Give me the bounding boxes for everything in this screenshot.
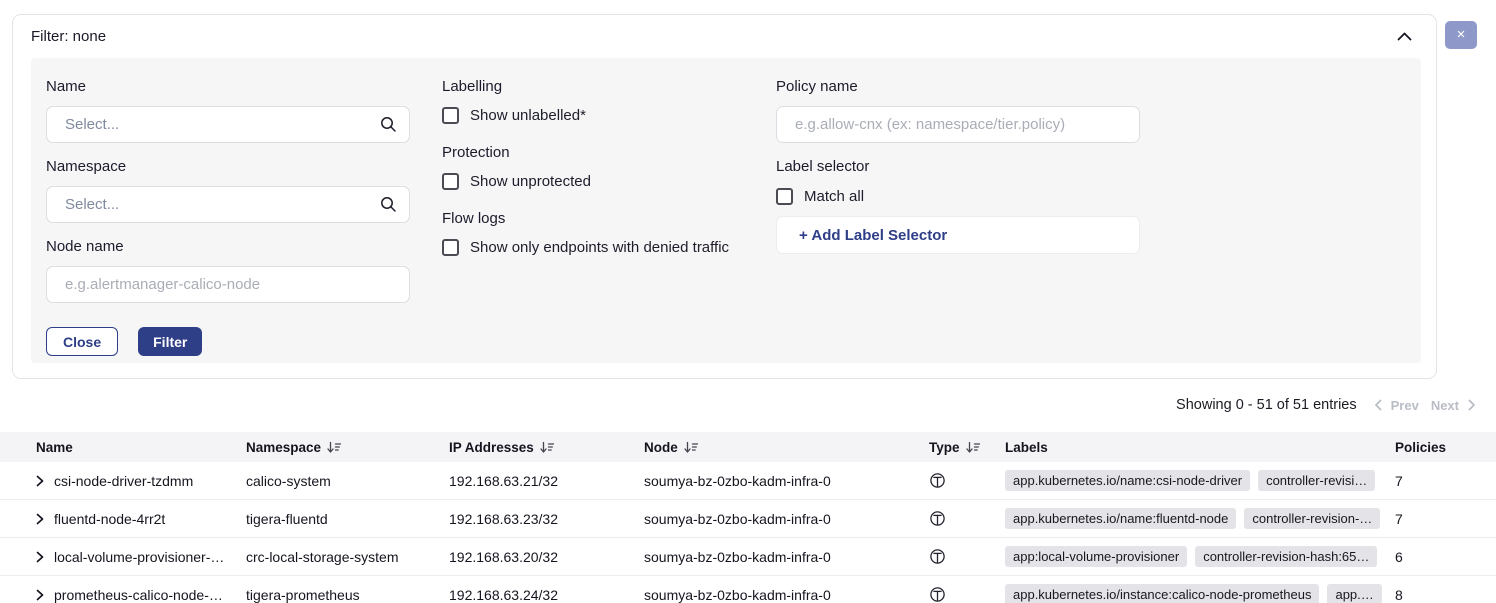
endpoint-name[interactable]: fluentd-node-4rr2t — [54, 511, 173, 527]
sort-icon[interactable] — [540, 441, 554, 454]
pod-icon — [929, 548, 1005, 565]
match-all-checkbox[interactable] — [776, 188, 793, 205]
policy-name-input[interactable] — [776, 106, 1140, 143]
filter-column-1: Name Namespace Node name — [46, 78, 410, 363]
column-header-labels: Labels — [1005, 440, 1395, 455]
label-chip[interactable]: app.kubernetes.io/instance:calico-node-p… — [1005, 584, 1319, 603]
namespace-field-label: Namespace — [46, 158, 410, 175]
label-chip[interactable]: controller-revision-hash:65… — [1195, 546, 1377, 567]
filter-column-2: Labelling Show unlabelled* Protection Sh… — [442, 78, 744, 363]
pod-icon — [929, 472, 1005, 489]
chevron-right-icon[interactable] — [1465, 399, 1479, 411]
flow-logs-section-label: Flow logs — [442, 210, 744, 227]
namespace-select-input[interactable] — [46, 186, 410, 223]
label-chip[interactable]: app:local-volume-provisioner — [1005, 546, 1187, 567]
denied-traffic-label: Show only endpoints with denied traffic — [470, 239, 729, 256]
table-row[interactable]: csi-node-driver-tzdmm calico-system 192.… — [0, 462, 1496, 500]
table-row[interactable]: prometheus-calico-node-… tigera-promethe… — [0, 576, 1496, 603]
pod-icon — [929, 586, 1005, 603]
expand-row-icon[interactable] — [36, 551, 44, 563]
show-unprotected-label: Show unprotected — [470, 173, 591, 190]
show-unlabelled-checkbox[interactable] — [442, 107, 459, 124]
endpoint-name[interactable]: prometheus-calico-node-… — [54, 587, 231, 603]
label-chip[interactable]: controller-revisi… — [1258, 470, 1375, 491]
endpoint-name[interactable]: csi-node-driver-tzdmm — [54, 473, 201, 489]
show-unlabelled-label: Show unlabelled* — [470, 107, 586, 124]
endpoint-namespace: calico-system — [246, 473, 449, 489]
endpoint-ip: 192.168.63.24/32 — [449, 587, 644, 603]
collapse-panel-button[interactable] — [1393, 28, 1416, 45]
filter-column-3: Policy name Label selector Match all + A… — [776, 78, 1140, 363]
endpoint-ip: 192.168.63.21/32 — [449, 473, 644, 489]
match-all-label: Match all — [804, 188, 864, 205]
expand-row-icon[interactable] — [36, 475, 44, 487]
chevron-left-icon[interactable] — [1371, 399, 1385, 411]
node-name-field-label: Node name — [46, 238, 410, 255]
endpoint-node: soumya-bz-0zbo-kadm-infra-0 — [644, 549, 929, 565]
column-header-type[interactable]: Type — [929, 440, 1005, 455]
sort-icon[interactable] — [966, 441, 980, 454]
prev-page-link[interactable]: Prev — [1385, 398, 1425, 413]
endpoint-node: soumya-bz-0zbo-kadm-infra-0 — [644, 587, 929, 603]
endpoint-namespace: tigera-prometheus — [246, 587, 449, 603]
denied-traffic-checkbox[interactable] — [442, 239, 459, 256]
sort-icon[interactable] — [684, 441, 698, 454]
policy-name-field-label: Policy name — [776, 78, 1140, 95]
endpoint-node: soumya-bz-0zbo-kadm-infra-0 — [644, 473, 929, 489]
name-field-label: Name — [46, 78, 410, 95]
endpoint-namespace: crc-local-storage-system — [246, 549, 449, 565]
label-chip[interactable]: app.kubernetes.io/name:fluentd-node — [1005, 508, 1236, 529]
table-row[interactable]: local-volume-provisioner-… crc-local-sto… — [0, 538, 1496, 576]
label-chip[interactable]: app.kubernetes.io/name:csi-node-driver — [1005, 470, 1250, 491]
filter-form: Name Namespace Node name — [31, 58, 1421, 363]
endpoint-namespace: tigera-fluentd — [246, 511, 449, 527]
column-header-policies: Policies — [1395, 440, 1496, 455]
endpoint-policies-count: 7 — [1395, 473, 1496, 489]
show-unprotected-checkbox[interactable] — [442, 173, 459, 190]
protection-section-label: Protection — [442, 144, 744, 161]
filter-panel-header: Filter: none — [13, 15, 1436, 45]
endpoint-policies-count: 6 — [1395, 549, 1496, 565]
search-icon — [380, 116, 397, 133]
endpoints-page: Filter: none Name Namespace — [0, 0, 1496, 603]
node-name-input[interactable] — [46, 266, 410, 303]
close-icon: × — [1457, 26, 1466, 43]
expand-row-icon[interactable] — [36, 589, 44, 601]
endpoint-node: soumya-bz-0zbo-kadm-infra-0 — [644, 511, 929, 527]
endpoint-name[interactable]: local-volume-provisioner-… — [54, 549, 232, 565]
search-icon — [380, 196, 397, 213]
endpoints-table: Name Namespace IP Addresses Node — [0, 432, 1496, 603]
table-header-row: Name Namespace IP Addresses Node — [0, 432, 1496, 462]
table-row[interactable]: fluentd-node-4rr2t tigera-fluentd 192.16… — [0, 500, 1496, 538]
name-select-input[interactable] — [46, 106, 410, 143]
pagination-bar: Showing 0 - 51 of 51 entries Prev Next — [1176, 397, 1479, 413]
label-chip[interactable]: app.… — [1327, 584, 1381, 603]
expand-row-icon[interactable] — [36, 513, 44, 525]
entries-summary: Showing 0 - 51 of 51 entries — [1176, 397, 1357, 413]
label-chip[interactable]: controller-revision-… — [1244, 508, 1380, 529]
filter-button[interactable]: Filter — [138, 327, 202, 356]
pod-icon — [929, 510, 1005, 527]
close-button[interactable]: Close — [46, 327, 118, 356]
dismiss-filter-button[interactable]: × — [1445, 21, 1477, 49]
column-header-ip-addresses[interactable]: IP Addresses — [449, 440, 644, 455]
column-header-name[interactable]: Name — [36, 440, 246, 455]
add-label-selector-button[interactable]: + Add Label Selector — [776, 216, 1140, 254]
endpoint-ip: 192.168.63.20/32 — [449, 549, 644, 565]
chevron-up-icon — [1397, 29, 1412, 44]
filter-title: Filter: none — [31, 28, 106, 45]
endpoint-policies-count: 8 — [1395, 587, 1496, 603]
next-page-link[interactable]: Next — [1425, 398, 1465, 413]
column-header-node[interactable]: Node — [644, 440, 929, 455]
sort-icon[interactable] — [327, 441, 341, 454]
endpoint-ip: 192.168.63.23/32 — [449, 511, 644, 527]
filter-panel: Filter: none Name Namespace — [12, 14, 1437, 379]
label-selector-section-label: Label selector — [776, 158, 1140, 175]
endpoint-policies-count: 7 — [1395, 511, 1496, 527]
column-header-namespace[interactable]: Namespace — [246, 440, 449, 455]
labelling-section-label: Labelling — [442, 78, 744, 95]
